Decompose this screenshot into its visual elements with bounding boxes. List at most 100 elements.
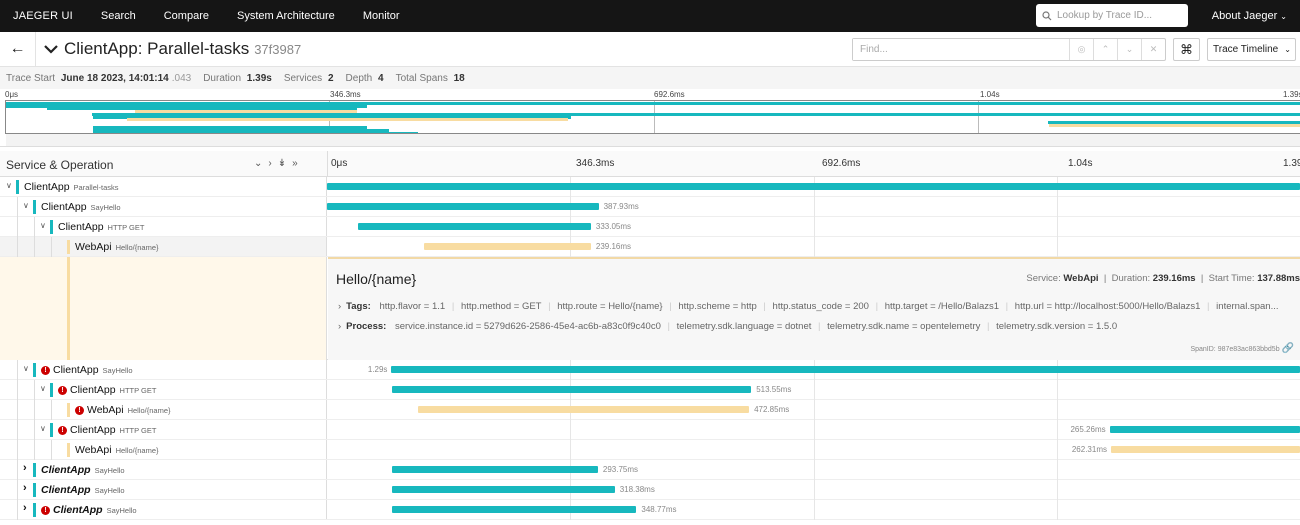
view-select[interactable]: Trace Timeline ⌄ xyxy=(1207,38,1296,61)
span-row[interactable]: ∨ ClientApp HTTP GET 333.05ms xyxy=(0,217,1300,237)
collapse-all-icon[interactable]: ↡ xyxy=(278,158,292,169)
chevron-down-icon[interactable]: ∨ xyxy=(40,384,46,393)
process-item: service.instance.id = 5279d626-2586-45e4… xyxy=(394,321,661,332)
span-label[interactable]: ClientApp HTTP GET xyxy=(58,221,144,233)
span-bar[interactable] xyxy=(1109,426,1300,433)
chevron-down-icon[interactable]: ∨ xyxy=(23,364,29,373)
nav-compare[interactable]: Compare xyxy=(164,10,209,22)
chevron-down-icon[interactable]: ∨ xyxy=(40,424,46,433)
span-label[interactable]: ClientApp SayHello xyxy=(41,201,121,213)
span-label[interactable]: WebApi Hello/{name} xyxy=(75,444,159,456)
minimap-canvas[interactable] xyxy=(5,100,1300,134)
span-row[interactable]: ∨! ClientApp HTTP GET 265.26ms xyxy=(0,420,1300,440)
trace-lookup-input[interactable] xyxy=(1057,10,1177,21)
expand-one-icon[interactable]: › xyxy=(268,158,277,169)
next-result-icon[interactable]: ⌄ xyxy=(1117,39,1141,60)
tags-section[interactable]: › Tags: http.flavor = 1.1 | http.method =… xyxy=(338,301,1279,312)
span-bar[interactable] xyxy=(327,183,1300,190)
services-label: Services xyxy=(283,72,323,84)
process-section[interactable]: › Process: service.instance.id = 5279d626… xyxy=(338,321,1117,332)
span-name-column[interactable]: › ClientApp SayHello xyxy=(0,480,327,500)
span-label[interactable]: ! ClientApp SayHello xyxy=(41,364,133,376)
prev-result-icon[interactable]: ⌃ xyxy=(1093,39,1117,60)
service-name: ClientApp xyxy=(41,201,87,213)
span-name-column[interactable]: ∨ ! ClientApp SayHello xyxy=(0,360,327,380)
trace-lookup[interactable] xyxy=(1036,4,1188,27)
span-bar[interactable] xyxy=(1111,446,1300,453)
span-bar[interactable] xyxy=(357,223,591,230)
span-row[interactable]: ∨! ClientApp HTTP GET 513.55ms xyxy=(0,380,1300,400)
span-duration: 348.77ms xyxy=(641,505,677,514)
span-bar[interactable] xyxy=(392,486,615,493)
span-row[interactable]: › ClientApp SayHello 318.38ms xyxy=(0,480,1300,500)
span-name-column[interactable]: WebApi Hello/{name} xyxy=(0,237,327,257)
span-label[interactable]: ClientApp Parallel-tasks xyxy=(24,181,119,193)
span-label[interactable]: ! ClientApp HTTP GET xyxy=(58,384,156,396)
chevron-down-icon[interactable]: ∨ xyxy=(40,221,46,230)
span-row[interactable]: WebApi Hello/{name} 239.16ms xyxy=(0,237,1300,257)
expand-all-icon[interactable]: » xyxy=(292,158,304,169)
span-name-column[interactable]: WebApi Hello/{name} xyxy=(0,440,327,460)
tree-guide xyxy=(17,500,18,520)
span-name-column[interactable]: ∨ ClientApp Parallel-tasks xyxy=(0,177,327,196)
chevron-down-icon[interactable]: ∨ xyxy=(23,201,29,210)
span-bar[interactable] xyxy=(418,406,750,413)
span-name-column[interactable]: ∨ ! ClientApp HTTP GET xyxy=(0,420,327,440)
service-color-bar xyxy=(33,200,36,214)
find-input[interactable] xyxy=(853,39,1069,60)
back-button[interactable]: ← xyxy=(0,31,36,67)
nav-monitor[interactable]: Monitor xyxy=(363,10,400,22)
collapse-one-icon[interactable]: ⌄ xyxy=(254,158,268,169)
span-name-column[interactable]: ∨ ClientApp SayHello xyxy=(0,197,327,217)
span-row[interactable]: ∨ ClientApp Parallel-tasks xyxy=(0,177,1300,197)
minimap-scrubber-track[interactable] xyxy=(6,134,1300,146)
nav-search[interactable]: Search xyxy=(101,10,136,22)
span-label[interactable]: ! ClientApp SayHello xyxy=(41,504,137,516)
error-icon: ! xyxy=(41,506,50,515)
span-label[interactable]: ClientApp SayHello xyxy=(41,464,125,476)
span-name-column[interactable]: ∨ ClientApp HTTP GET xyxy=(0,217,327,237)
clear-icon[interactable]: ✕ xyxy=(1141,39,1165,60)
service-name: ClientApp xyxy=(53,364,99,376)
span-row[interactable]: ∨ ClientApp SayHello 387.93ms xyxy=(0,197,1300,217)
span-label[interactable]: ! WebApi Hello/{name} xyxy=(75,404,171,416)
keyboard-shortcuts-button[interactable]: ⌘ xyxy=(1173,38,1200,61)
span-bar[interactable] xyxy=(392,466,598,473)
span-name-column[interactable]: ∨ ! ClientApp HTTP GET xyxy=(0,380,327,400)
arrow-left-icon: ← xyxy=(9,40,26,57)
total-spans-label: Total Spans xyxy=(395,72,448,84)
span-name-column[interactable]: › ! ClientApp SayHello xyxy=(0,500,327,520)
brand-link[interactable]: JAEGER UI xyxy=(13,10,73,22)
span-bar[interactable] xyxy=(392,386,752,393)
chevron-right-icon[interactable]: › xyxy=(23,482,27,494)
nav-system-architecture[interactable]: System Architecture xyxy=(237,10,335,22)
span-bar[interactable] xyxy=(391,366,1300,373)
span-label[interactable]: WebApi Hello/{name} xyxy=(75,241,159,253)
span-name-column[interactable]: › ClientApp SayHello xyxy=(0,460,327,480)
tree-guide xyxy=(17,480,18,500)
locate-icon[interactable]: ◎ xyxy=(1069,39,1093,60)
chevron-right-icon[interactable]: › xyxy=(23,462,27,474)
span-label[interactable]: ClientApp SayHello xyxy=(41,484,125,496)
chevron-down-icon[interactable]: ∨ xyxy=(6,181,12,190)
service-color-bar xyxy=(33,503,36,517)
span-label[interactable]: ! ClientApp HTTP GET xyxy=(58,424,156,436)
operation-name: Hello/{name} xyxy=(115,446,159,455)
collapse-expand-controls[interactable]: ⌄›↡» xyxy=(254,158,304,169)
span-row[interactable]: › ClientApp SayHello 293.75ms xyxy=(0,460,1300,480)
span-bar[interactable] xyxy=(392,506,637,513)
span-row[interactable]: ∨! ClientApp SayHello 1.29s xyxy=(0,360,1300,380)
trace-minimap[interactable]: 0μs 346.3ms 692.6ms 1.04s 1.39s xyxy=(0,89,1300,147)
span-row[interactable]: › ! ClientApp SayHello 348.77ms xyxy=(0,500,1300,520)
trace-title[interactable]: ClientApp: Parallel-tasks 37f3987 xyxy=(44,39,301,59)
minimap-span-bar xyxy=(127,118,568,122)
about-jaeger-menu[interactable]: About Jaeger ⌄ xyxy=(1212,10,1287,22)
link-icon[interactable]: 🔗 xyxy=(1282,343,1294,354)
span-row[interactable]: ! WebApi Hello/{name} 472.85ms xyxy=(0,400,1300,420)
span-row[interactable]: WebApi Hello/{name} 262.31ms xyxy=(0,440,1300,460)
chevron-right-icon[interactable]: › xyxy=(23,502,27,514)
span-bar[interactable] xyxy=(423,243,591,250)
span-bar[interactable] xyxy=(327,203,599,210)
span-name-column[interactable]: ! WebApi Hello/{name} xyxy=(0,400,327,420)
column-resizer[interactable] xyxy=(327,151,328,177)
